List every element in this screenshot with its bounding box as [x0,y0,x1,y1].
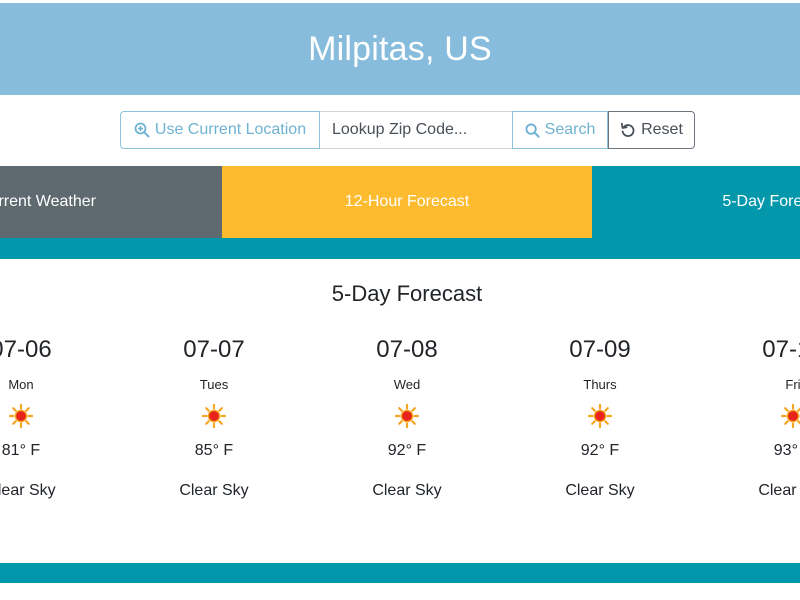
forecast-weekday: Tues [199,377,229,392]
forecast-temperature: 92° F [387,442,427,459]
forecast-date: 07-08 [376,336,438,363]
sun-icon [588,404,612,428]
weather-app: Milpitas, US Use Current Location Lookup… [0,0,800,600]
accent-band-top [0,238,800,259]
tab-current-weather[interactable]: Current Weather [0,166,222,238]
header-bar: Milpitas, US [0,3,800,95]
forecast-day: 07-06 Mon 81° F Clear Sky [0,334,116,500]
forecast-description: Clear Sky [758,482,800,499]
undo-icon [620,122,636,138]
tab-5-day-forecast[interactable]: 5-Day Forecast [592,166,800,238]
forecast-title: 5-Day Forecast [331,281,483,306]
search-button[interactable]: Search [512,111,608,149]
forecast-day: 07-09 Thurs 92° F Clear Sky [505,334,695,500]
forecast-date: 07-07 [183,336,245,363]
reset-label: Reset [641,121,683,138]
sun-icon [781,404,800,428]
sun-icon [202,404,226,428]
forecast-temperature: 92° F [580,442,620,459]
search-label: Search [544,121,596,138]
forecast-date: 07-09 [569,336,631,363]
forecast-temperature: 81° F [1,442,41,459]
sun-icon [395,404,419,428]
use-current-location-label: Use Current Location [154,121,307,138]
zip-code-input[interactable] [320,111,512,149]
forecast-date: 07-10 [762,336,800,363]
forecast-day: 07-10 Fri 93° F Clear Sky [698,334,800,500]
tab-12-hour-forecast[interactable]: 12-Hour Forecast [222,166,592,238]
accent-band-bottom [0,563,800,583]
forecast-description: Clear Sky [179,482,249,499]
forecast-weekday: Mon [8,377,34,392]
forecast-weekday: Fri [785,377,800,392]
forecast-day: 07-07 Tues 85° F Clear Sky [119,334,309,500]
forecast-temperature: 93° F [773,442,800,459]
search-icon [525,122,540,138]
forecast-temperature: 85° F [194,442,234,459]
zoom-in-icon [134,122,150,138]
forecast-weekday: Thurs [583,377,617,392]
forecast-description: Clear Sky [0,482,56,499]
use-current-location-button[interactable]: Use Current Location [120,111,320,149]
forecast-description: Clear Sky [565,482,635,499]
search-bar: Use Current Location Search Reset [120,111,695,149]
reset-button[interactable]: Reset [608,111,695,149]
city-title: Milpitas, US [308,29,492,68]
forecast-day: 07-08 Wed 92° F Clear Sky [312,334,502,500]
forecast-tabs: Current Weather 12-Hour Forecast 5-Day F… [0,166,800,238]
forecast-description: Clear Sky [372,482,442,499]
forecast-weekday: Wed [393,377,421,392]
sun-icon [9,404,33,428]
forecast-date: 07-06 [0,336,52,363]
